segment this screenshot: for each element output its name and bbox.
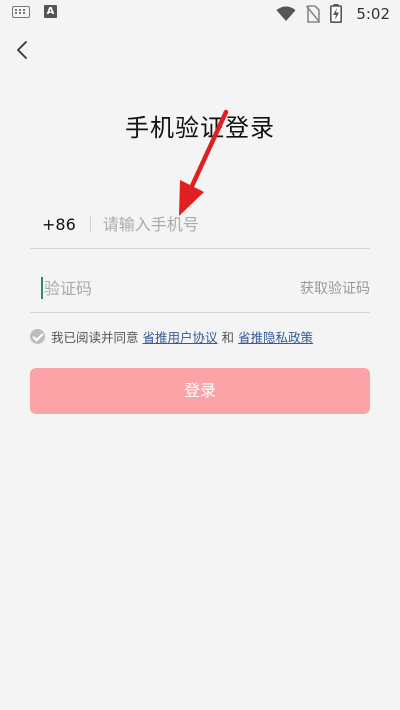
user-agreement-link[interactable]: 省推用户协议	[143, 327, 218, 346]
get-code-button[interactable]: 获取验证码	[300, 278, 370, 298]
code-input[interactable]	[44, 278, 244, 298]
agreement-conjunction: 和	[221, 330, 235, 345]
page-title: 手机验证登录	[125, 114, 275, 142]
annotation-arrow	[179, 109, 229, 216]
country-code-divider	[89, 216, 91, 232]
a-app-icon: A	[44, 5, 57, 18]
keyboard-icon	[12, 5, 30, 18]
agreement-row: 我已阅读并同意 省推用户协议 和 省推隐私政策	[30, 327, 317, 346]
agreement-prefix: 我已阅读并同意	[51, 330, 139, 345]
country-code[interactable]: +86	[42, 215, 76, 234]
privacy-policy-link[interactable]: 省推隐私政策	[238, 327, 313, 346]
phone-input[interactable]	[102, 214, 333, 234]
login-button[interactable]: 登录	[30, 368, 370, 414]
code-row: 获取验证码	[30, 264, 370, 313]
status-bar-right: 5:02	[276, 4, 390, 23]
back-button[interactable]	[12, 38, 34, 62]
no-sim-icon	[306, 4, 321, 23]
phone-row: +86	[30, 200, 370, 249]
status-bar: A 5:02	[0, 0, 400, 28]
wifi-icon	[276, 5, 296, 21]
status-time: 5:02	[356, 4, 390, 23]
battery-charging-icon	[330, 4, 343, 23]
text-caret	[41, 277, 43, 299]
status-bar-left: A	[12, 5, 57, 18]
agreement-check-icon[interactable]	[30, 329, 45, 344]
chevron-left-icon	[17, 41, 27, 59]
